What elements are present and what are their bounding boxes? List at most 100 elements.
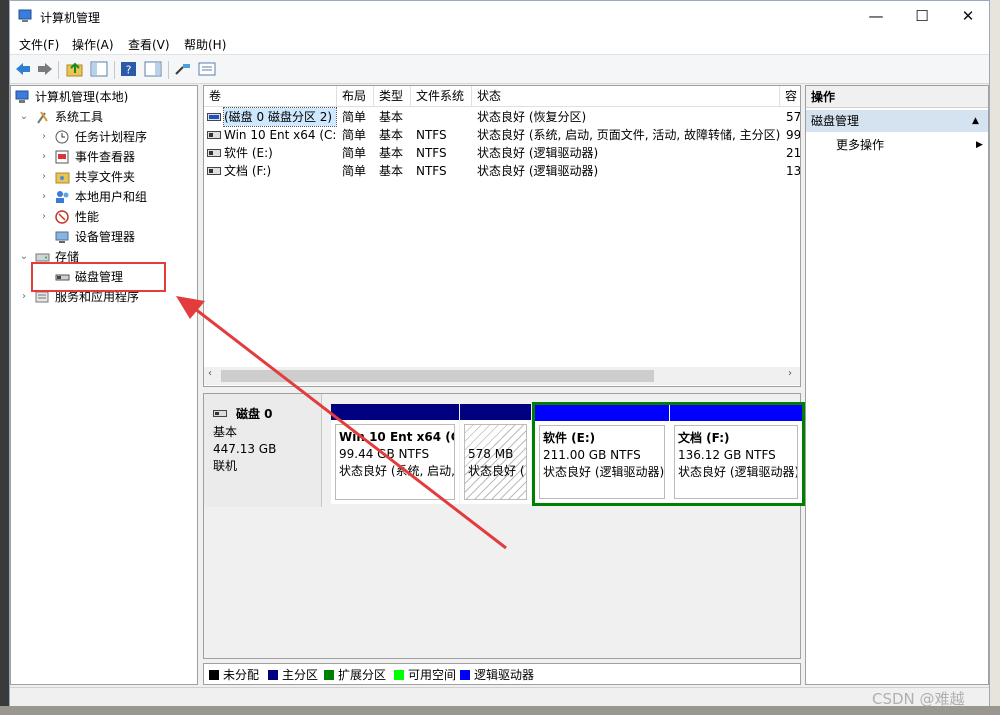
- chevron-down-icon[interactable]: ⌄: [19, 107, 29, 127]
- volume-status: 状态良好 (恢复分区): [477, 110, 587, 124]
- close-button[interactable]: ✕: [945, 1, 991, 32]
- legend-label: 主分区: [282, 668, 319, 682]
- legend-swatch: [394, 670, 404, 680]
- performance-icon: [55, 210, 69, 224]
- volume-name: Win 10 Ent x64 (C:): [224, 128, 336, 142]
- partition-body: 软件 (E:) 211.00 GB NTFS 状态良好 (逻辑驱动器): [539, 425, 665, 499]
- partition-recovery[interactable]: 578 MB 状态良好 (: [460, 404, 531, 504]
- volume-status: 状态良好 (系统, 启动, 页面文件, 活动, 故障转储, 主分区): [477, 128, 780, 142]
- tree-item-label: 系统工具: [55, 110, 104, 124]
- volume-layout: 简单: [342, 146, 367, 160]
- shared-folder-icon: [55, 172, 70, 184]
- volume-status: 状态良好 (逻辑驱动器): [477, 146, 599, 160]
- navigation-tree: 计算机管理(本地) ⌄ 系统工具 › 任务计划程序 › 事件查看器 › 共享文件…: [10, 85, 198, 685]
- desktop-bottom-edge: [0, 706, 1000, 715]
- toolbar-separator: [114, 61, 115, 79]
- partition-status: 状态良好 (逻辑驱动器): [543, 465, 665, 479]
- volume-layout: 简单: [342, 128, 367, 142]
- minimize-button[interactable]: —: [853, 1, 899, 32]
- partition-body: 文档 (F:) 136.12 GB NTFS 状态良好 (逻辑驱动器): [674, 425, 798, 499]
- connect-icon[interactable]: [174, 61, 192, 77]
- column-header-volume[interactable]: 卷: [204, 86, 337, 107]
- more-actions-item[interactable]: 更多操作: [836, 136, 884, 154]
- desktop-left-edge: [0, 0, 9, 715]
- show-hide-tree-icon[interactable]: [90, 61, 108, 77]
- horizontal-scrollbar[interactable]: ‹ ›: [204, 367, 800, 385]
- tree-item-label: 本地用户和组: [75, 190, 148, 204]
- svg-text:?: ?: [126, 64, 132, 77]
- legend-swatch: [209, 670, 219, 680]
- back-arrow-icon[interactable]: [14, 61, 32, 77]
- partition-e[interactable]: 软件 (E:) 211.00 GB NTFS 状态良好 (逻辑驱动器): [535, 405, 669, 503]
- legend-swatch: [268, 670, 278, 680]
- up-folder-icon[interactable]: [66, 61, 84, 77]
- volume-status: 状态良好 (逻辑驱动器): [477, 164, 599, 178]
- highlight-box: [31, 262, 166, 292]
- menu-view[interactable]: 查看(V): [128, 36, 170, 53]
- column-header-type[interactable]: 类型: [374, 86, 411, 107]
- tree-item-label: 共享文件夹: [75, 170, 136, 184]
- column-header-layout[interactable]: 布局: [337, 86, 374, 107]
- actions-header: 操作: [806, 86, 988, 108]
- computer-management-window: 计算机管理 — ☐ ✕ 文件(F) 操作(A) 查看(V) 帮助(H) ? 计算…: [9, 0, 990, 706]
- volume-icon: [207, 131, 221, 139]
- menu-action[interactable]: 操作(A): [72, 36, 114, 53]
- disk-0-label[interactable]: 磁盘 0 基本 447.13 GB 联机: [204, 394, 322, 507]
- partition-c[interactable]: Win 10 Ent x64 (C 99.44 GB NTFS 状态良好 (系统…: [331, 404, 459, 504]
- tree-item-label: 事件查看器: [75, 150, 136, 164]
- menu-file[interactable]: 文件(F): [19, 36, 59, 53]
- volume-name: 软件 (E:): [224, 146, 273, 160]
- chevron-right-icon[interactable]: ›: [39, 207, 49, 227]
- column-header-status[interactable]: 状态: [472, 86, 780, 107]
- legend-swatch: [460, 670, 470, 680]
- legend-label: 逻辑驱动器: [474, 668, 535, 682]
- computer-management-icon: [18, 9, 32, 22]
- forward-arrow-icon[interactable]: [36, 61, 54, 77]
- column-header-filesystem[interactable]: 文件系统: [411, 86, 472, 107]
- status-bar: [10, 687, 989, 706]
- scrollbar-thumb[interactable]: [221, 370, 654, 382]
- chevron-right-icon[interactable]: ›: [39, 187, 49, 207]
- volume-icon: [207, 149, 221, 157]
- help-icon[interactable]: ?: [120, 61, 138, 77]
- disk-name: 磁盘 0: [236, 407, 273, 421]
- partition-body: 578 MB 状态良好 (: [464, 424, 527, 500]
- scroll-right-icon[interactable]: ›: [788, 368, 792, 379]
- tree-item-label: 性能: [75, 210, 100, 224]
- legend: 未分配 主分区 扩展分区 可用空间 逻辑驱动器: [203, 663, 801, 685]
- partition-size: 211.00 GB NTFS: [543, 448, 641, 462]
- partition-f[interactable]: 文档 (F:) 136.12 GB NTFS 状态良好 (逻辑驱动器): [670, 405, 802, 503]
- menu-help[interactable]: 帮助(H): [184, 36, 226, 53]
- chevron-right-icon[interactable]: ›: [39, 167, 49, 187]
- disk-icon: [213, 410, 227, 417]
- volume-filesystem: [416, 108, 472, 126]
- volume-capacity: 21: [786, 146, 800, 160]
- scroll-left-icon[interactable]: ‹: [208, 368, 212, 379]
- more-actions-label: 更多操作: [836, 138, 885, 152]
- toolbar: ?: [10, 54, 989, 84]
- chevron-right-icon[interactable]: ›: [39, 147, 49, 167]
- collapse-up-icon[interactable]: ▲: [972, 110, 979, 132]
- volume-capacity: 57: [786, 110, 800, 124]
- title-bar[interactable]: 计算机管理 — ☐ ✕: [10, 1, 989, 32]
- properties-pane-icon[interactable]: [144, 61, 162, 77]
- chevron-right-icon[interactable]: ›: [39, 127, 49, 147]
- disk-map: 磁盘 0 基本 447.13 GB 联机 Win 10 Ent x64 (C 9…: [203, 393, 805, 659]
- volume-icon: [207, 113, 221, 121]
- computer-management-icon: [15, 90, 29, 103]
- volume-list: 卷 布局 类型 文件系统 状态 容 (磁盘 0 磁盘分区 2) 简单 基本 状态…: [203, 85, 801, 387]
- logical-drive-bar: [670, 405, 802, 421]
- device-manager-icon: [55, 231, 69, 243]
- chevron-right-icon[interactable]: ›: [19, 287, 29, 307]
- settings-list-icon[interactable]: [198, 61, 216, 77]
- partition-size: 99.44 GB NTFS: [339, 447, 430, 461]
- column-header-capacity[interactable]: 容: [780, 86, 800, 107]
- desktop-right-edge: [990, 0, 1000, 715]
- chevron-down-icon[interactable]: ⌄: [19, 247, 29, 267]
- event-log-icon: [55, 150, 69, 164]
- actions-section-disk-management[interactable]: 磁盘管理 ▲: [806, 110, 988, 132]
- partition-title: 软件 (E:): [543, 431, 596, 445]
- disk-kind: 基本: [213, 425, 238, 439]
- maximize-button[interactable]: ☐: [899, 1, 945, 32]
- partition-size: 136.12 GB NTFS: [678, 448, 776, 462]
